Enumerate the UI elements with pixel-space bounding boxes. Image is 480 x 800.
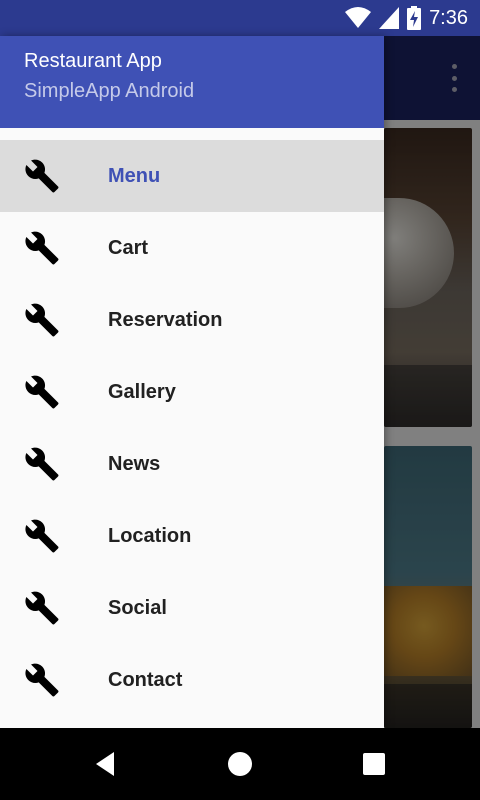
drawer-item-news[interactable]: News — [0, 428, 384, 500]
wrench-icon — [25, 375, 59, 409]
cell-signal-icon — [379, 7, 400, 29]
drawer-item-location[interactable]: Location — [0, 500, 384, 572]
drawer-item-contact[interactable]: Contact — [0, 644, 384, 716]
drawer-subtitle: SimpleApp Android — [24, 80, 195, 102]
drawer-item-cart[interactable]: Cart — [0, 212, 384, 284]
drawer-item-label: Menu — [108, 164, 161, 187]
drawer-item-label: Social — [108, 596, 167, 619]
wrench-icon — [25, 303, 59, 337]
drawer-item-reservation[interactable]: Reservation — [0, 284, 384, 356]
status-time: 7:36 — [429, 6, 468, 29]
wrench-icon — [25, 519, 59, 553]
drawer-header: Restaurant App SimpleApp Android — [0, 36, 384, 128]
drawer-item-label: News — [108, 452, 161, 475]
wrench-icon — [25, 663, 59, 697]
recents-icon[interactable] — [360, 750, 388, 778]
battery-charging-icon — [407, 6, 422, 30]
drawer-item-social[interactable]: Social — [0, 572, 384, 644]
wrench-icon — [25, 447, 59, 481]
status-icons: 7:36 — [345, 6, 468, 30]
wrench-icon — [25, 159, 59, 193]
system-nav-bar — [0, 728, 480, 800]
drawer-title: Restaurant App — [24, 50, 162, 72]
wifi-icon — [345, 7, 372, 28]
drawer-item-menu[interactable]: Menu — [0, 140, 384, 212]
drawer-item-label: Contact — [108, 668, 183, 691]
wrench-icon — [25, 231, 59, 265]
home-icon[interactable] — [226, 750, 254, 778]
back-icon[interactable] — [92, 750, 120, 778]
drawer-item-label: Reservation — [108, 308, 223, 331]
drawer-item-gallery[interactable]: Gallery — [0, 356, 384, 428]
drawer-item-label: Gallery — [108, 380, 176, 403]
drawer-item-label: Location — [108, 524, 192, 547]
wrench-icon — [25, 591, 59, 625]
navigation-drawer: Restaurant App SimpleApp Android Menu Ca… — [0, 36, 384, 728]
status-bar: 7:36 — [0, 0, 480, 36]
drawer-item-label: Cart — [108, 236, 149, 259]
